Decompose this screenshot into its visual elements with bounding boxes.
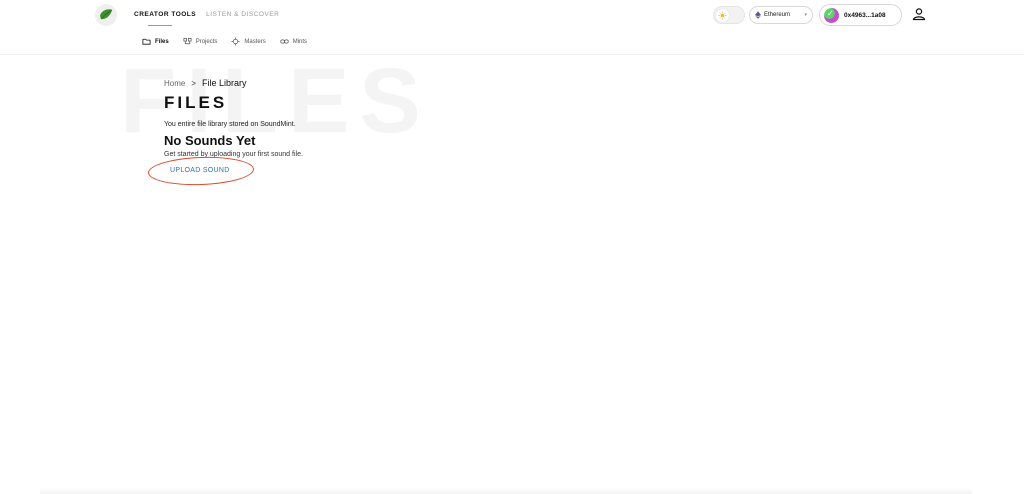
- page-subtitle: You entire file library stored on SoundM…: [164, 121, 296, 128]
- top-nav: CREATOR TOOLS LISTEN & DISCOVER: [134, 11, 279, 26]
- tab-projects-label: Projects: [195, 38, 218, 45]
- top-nav-creator-tools[interactable]: CREATOR TOOLS: [134, 11, 196, 26]
- tab-projects[interactable]: Projects: [183, 37, 218, 46]
- chevron-down-icon: ▾: [804, 12, 807, 18]
- sub-nav: Files Projects Masters Mints: [142, 37, 307, 46]
- ethereum-icon: [755, 11, 761, 19]
- tab-files[interactable]: Files: [142, 37, 169, 46]
- footer-edge: [40, 488, 972, 494]
- tab-mints[interactable]: Mints: [280, 37, 307, 46]
- breadcrumb-separator: >: [191, 78, 197, 88]
- empty-state-text: Get started by uploading your first soun…: [164, 151, 303, 158]
- breadcrumb-current: File Library: [202, 78, 247, 88]
- page-title: FILES: [164, 93, 228, 112]
- projects-icon: [183, 37, 192, 45]
- network-label: Ethereum: [764, 12, 791, 18]
- tab-masters[interactable]: Masters: [231, 37, 266, 46]
- wallet-avatar: [824, 7, 839, 23]
- app-logo[interactable]: [95, 4, 117, 26]
- tab-masters-label: Masters: [244, 38, 266, 45]
- empty-state-title: No Sounds Yet: [164, 133, 256, 148]
- header: CREATOR TOOLS LISTEN & DISCOVER Files Pr…: [0, 0, 1024, 55]
- breadcrumb: Home > File Library: [164, 78, 247, 88]
- theme-toggle[interactable]: [713, 6, 745, 24]
- wallet-address: 0x4963...1a08: [844, 11, 886, 19]
- tab-mints-label: Mints: [292, 38, 308, 45]
- sun-icon: [718, 11, 727, 20]
- upload-sound-button[interactable]: UPLOAD SOUND: [170, 167, 230, 174]
- masters-icon: [231, 37, 240, 46]
- leaf-logo-icon: [100, 9, 113, 20]
- wallet-button[interactable]: 0x4963...1a08: [819, 4, 902, 26]
- folder-icon: [142, 38, 151, 45]
- tab-files-label: Files: [155, 38, 169, 45]
- network-selector[interactable]: Ethereum ▾: [749, 6, 813, 24]
- breadcrumb-home[interactable]: Home: [164, 79, 185, 88]
- theme-toggle-knob: [716, 9, 729, 22]
- link-icon: [280, 39, 289, 44]
- top-nav-listen-discover[interactable]: LISTEN & DISCOVER: [206, 11, 279, 22]
- user-icon[interactable]: [912, 7, 926, 21]
